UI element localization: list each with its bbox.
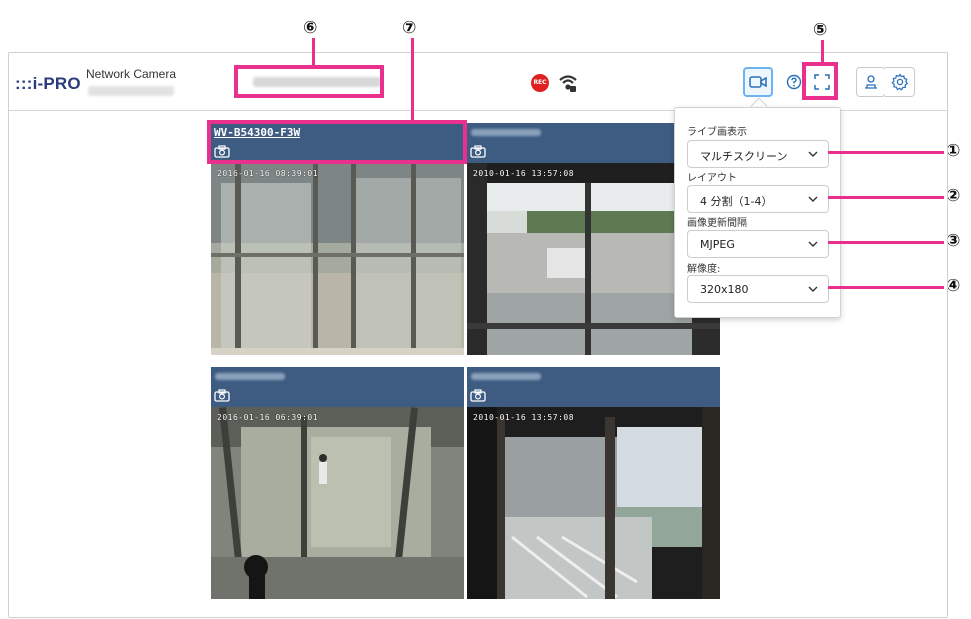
camera-name-blurred <box>471 373 541 380</box>
callout-line-6 <box>312 38 315 66</box>
signal-icon <box>559 75 577 92</box>
callout-4: ④ <box>946 276 961 296</box>
camera-image <box>211 407 464 599</box>
chevron-down-icon <box>808 286 818 292</box>
live-view-button[interactable] <box>743 67 773 97</box>
model-label: Network Camera <box>86 67 177 81</box>
resolution-select[interactable]: 320x180 <box>687 275 829 303</box>
camera-timestamp: 2010-01-16 13:57:08 <box>473 169 575 178</box>
live-view-mode-label: ライブ画表示 <box>687 127 747 138</box>
live-view-mode-value: マルチスクリーン <box>700 150 788 163</box>
camera-timestamp: 2016-01-16 06:39:01 <box>217 413 319 422</box>
chevron-down-icon <box>808 196 818 202</box>
refresh-interval-value: MJPEG <box>700 238 735 251</box>
chevron-down-icon <box>808 241 818 247</box>
layout-value: 4 分割（1-4） <box>700 195 773 208</box>
user-icon <box>865 75 877 89</box>
callout-line-7 <box>411 38 414 121</box>
highlight-camera-name <box>207 120 467 164</box>
logo: :::i-PRO <box>15 74 81 93</box>
highlight-camera-title <box>234 65 384 98</box>
camera-video-feed[interactable]: 2016-01-16 08:39:01 <box>211 163 464 355</box>
camera-name-blurred <box>215 373 285 380</box>
user-button[interactable] <box>856 67 886 97</box>
camera-name-blurred <box>471 129 541 136</box>
callout-2: ② <box>946 186 961 206</box>
highlight-fullscreen <box>802 62 838 100</box>
camera-video-feed[interactable]: 2016-01-16 06:39:01 <box>211 407 464 599</box>
callout-line-1 <box>828 151 944 154</box>
callout-1: ① <box>946 141 961 161</box>
settings-button[interactable] <box>885 67 915 97</box>
refresh-interval-label: 画像更新間隔 <box>687 218 747 229</box>
gear-icon <box>890 73 908 91</box>
camera-video-feed[interactable]: 2010-01-16 13:57:08 <box>467 407 720 599</box>
callout-line-5 <box>821 40 824 63</box>
camera-timestamp: 2016-01-16 08:39:01 <box>217 169 319 178</box>
camera-timestamp: 2010-01-16 13:57:08 <box>473 413 575 422</box>
rec-icon: REC <box>531 74 549 92</box>
live-view-mode-select[interactable]: マルチスクリーン <box>687 140 829 168</box>
camera-tile-3[interactable]: 2016-01-16 06:39:01 <box>211 367 464 599</box>
camera-image <box>467 407 720 599</box>
camera-image <box>211 163 464 355</box>
refresh-interval-select[interactable]: MJPEG <box>687 230 829 258</box>
callout-line-4 <box>828 286 944 289</box>
model-number-blurred <box>88 86 174 96</box>
snapshot-icon[interactable] <box>470 389 486 402</box>
callout-5: ⑤ <box>813 20 828 40</box>
camera-tile-header <box>211 367 464 407</box>
camera-tile-4[interactable]: 2010-01-16 13:57:08 <box>467 367 720 599</box>
live-view-settings-panel: ライブ画表示 マルチスクリーン レイアウト 4 分割（1-4） 画像更新間隔 M… <box>674 107 841 318</box>
callout-line-3 <box>828 241 944 244</box>
help-icon <box>786 74 802 90</box>
callout-6: ⑥ <box>303 18 318 38</box>
camera-tile-header <box>467 367 720 407</box>
snapshot-icon[interactable] <box>214 389 230 402</box>
video-camera-icon <box>749 76 767 88</box>
layout-label: レイアウト <box>687 173 737 184</box>
resolution-label: 解像度: <box>687 264 721 275</box>
resolution-value: 320x180 <box>700 283 749 296</box>
callout-7: ⑦ <box>402 18 417 38</box>
chevron-down-icon <box>808 151 818 157</box>
snapshot-icon[interactable] <box>470 145 486 158</box>
layout-select[interactable]: 4 分割（1-4） <box>687 185 829 213</box>
callout-3: ③ <box>946 231 961 251</box>
callout-line-2 <box>828 196 944 199</box>
